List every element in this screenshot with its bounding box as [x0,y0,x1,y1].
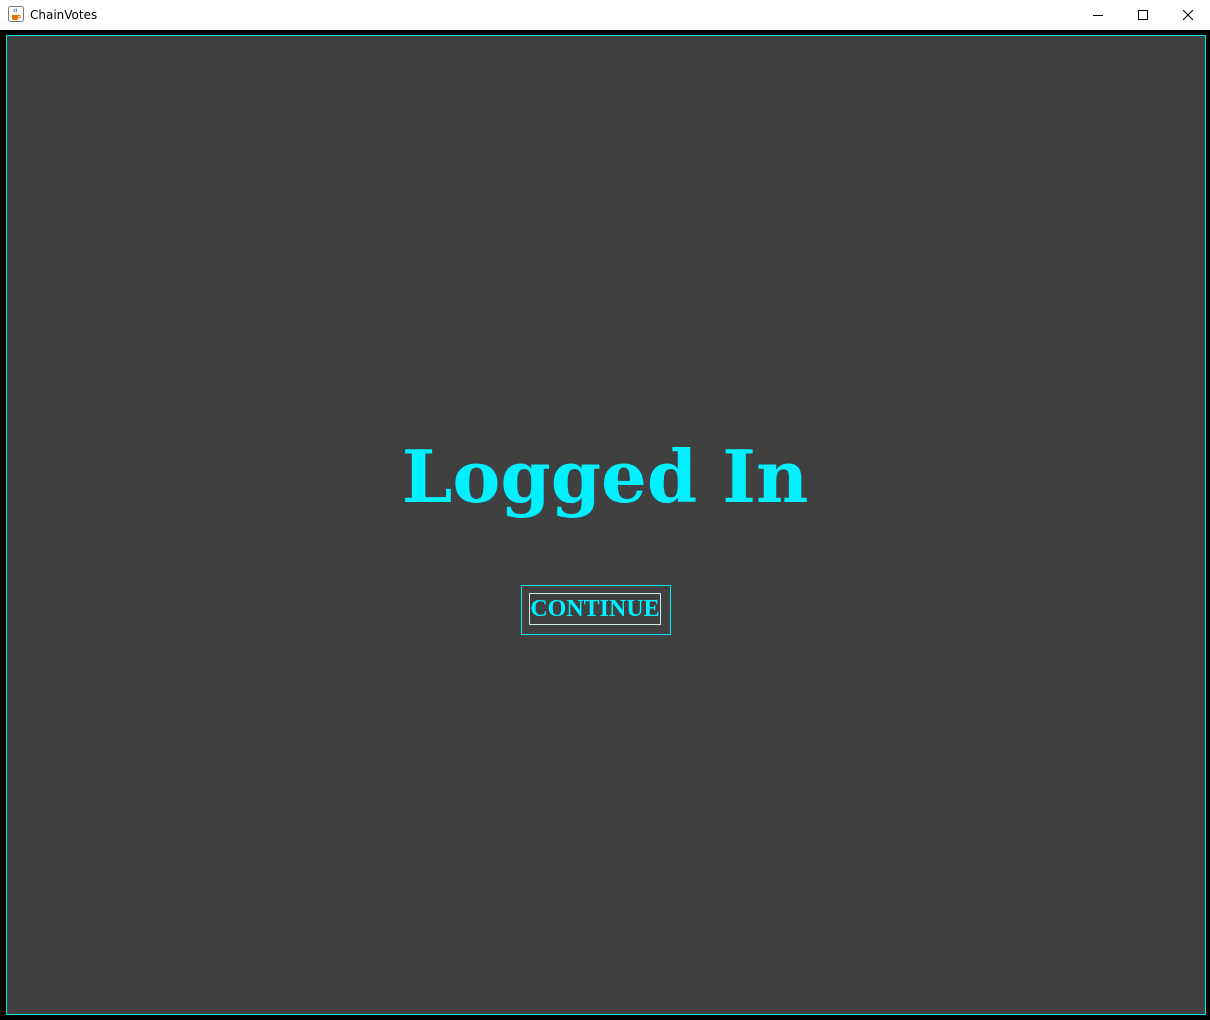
maximize-icon [1137,9,1149,21]
page-title: Logged In [401,434,809,519]
java-coffee-icon [8,6,24,22]
continue-button[interactable]: CONTINUE [521,585,671,635]
close-icon [1182,9,1194,21]
app-window: ChainVotes Logged In CONTINUE [0,0,1210,1020]
main-panel [6,35,1206,1015]
window-title: ChainVotes [30,8,98,22]
minimize-button[interactable] [1075,0,1120,30]
maximize-button[interactable] [1120,0,1165,30]
minimize-icon [1092,9,1104,21]
continue-button-label[interactable]: CONTINUE [529,593,661,625]
close-button[interactable] [1165,0,1210,30]
title-bar[interactable]: ChainVotes [0,0,1210,30]
